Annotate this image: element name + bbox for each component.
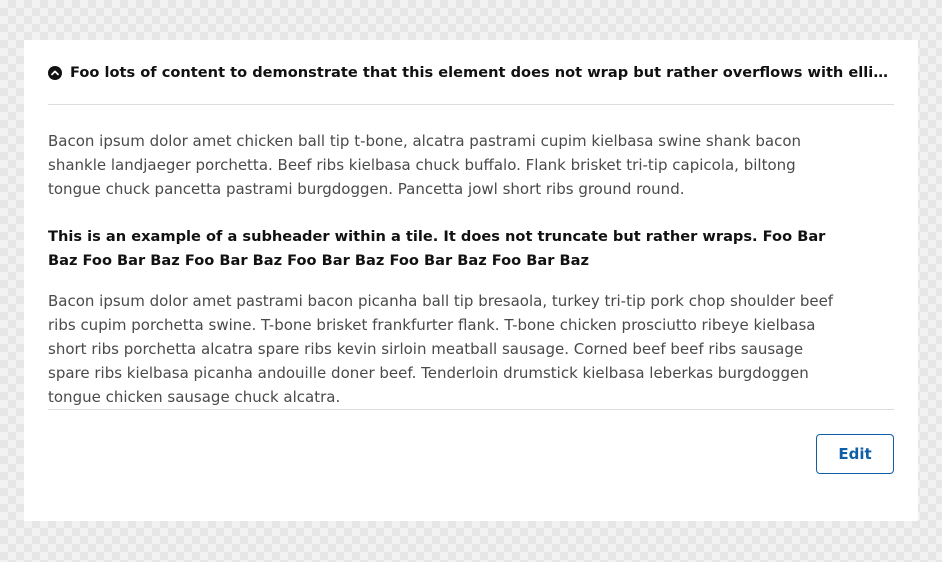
tile-subheader: This is an example of a subheader within… — [48, 228, 826, 269]
tile-title: Foo lots of content to demonstrate that … — [70, 63, 894, 81]
tile-header[interactable]: Foo lots of content to demonstrate that … — [48, 40, 894, 105]
tile-body: Bacon ipsum dolor amet chicken ball tip … — [48, 105, 894, 410]
body-paragraph-2: Bacon ipsum dolor amet pastrami bacon pi… — [48, 292, 834, 406]
chevron-up-circle-icon[interactable] — [48, 65, 62, 80]
edit-button[interactable]: Edit — [816, 434, 894, 474]
body-paragraph-1: Bacon ipsum dolor amet chicken ball tip … — [48, 132, 802, 198]
tile-card: Foo lots of content to demonstrate that … — [24, 40, 918, 521]
tile-footer: Edit — [48, 410, 894, 497]
